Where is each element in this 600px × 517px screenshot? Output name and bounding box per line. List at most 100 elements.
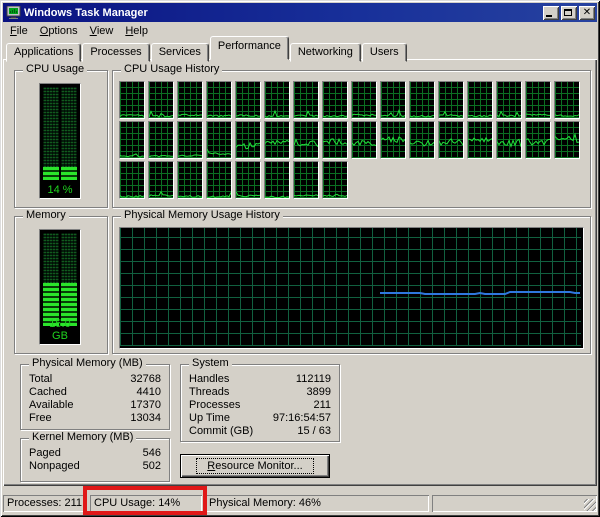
cpu-usage-value: 14 % <box>40 184 80 196</box>
stat-label: Free <box>29 412 52 425</box>
cpu-history-graph <box>177 121 203 159</box>
cpu-history-graph <box>264 81 290 119</box>
stat-value: 546 <box>143 447 161 460</box>
stat-value: 32768 <box>130 373 161 386</box>
stat-label: Commit (GB) <box>189 425 253 438</box>
resource-monitor-button[interactable]: Resource Monitor... <box>180 454 330 478</box>
cpu-history-graph <box>409 121 435 159</box>
cpu-history-graph <box>322 81 348 119</box>
stat-row: Threads3899 <box>189 386 331 399</box>
cpu-history-graph <box>496 121 522 159</box>
stat-label: Nonpaged <box>29 460 80 473</box>
stat-label: Total <box>29 373 52 386</box>
kernel-memory-group: Kernel Memory (MB) Paged546Nonpaged502 <box>20 438 170 482</box>
menu-item-options[interactable]: Options <box>34 23 84 39</box>
menu-item-file[interactable]: File <box>4 23 34 39</box>
cpu-history-graph <box>351 121 377 159</box>
stat-label: Available <box>29 399 73 412</box>
physical-memory-group: Physical Memory (MB) Total32768Cached441… <box>20 364 170 430</box>
cpu-history-graph <box>496 81 522 119</box>
system-group: System Handles112119Threads3899Processes… <box>180 364 340 442</box>
app-icon <box>6 6 21 20</box>
stat-value: 112119 <box>296 373 331 386</box>
maximize-icon <box>564 9 572 16</box>
memory-gauge: 15.0 GB <box>39 229 81 345</box>
kernel-memory-group-label: Kernel Memory (MB) <box>29 431 136 443</box>
stat-value: 17370 <box>130 399 161 412</box>
stat-row: Processes 211 <box>189 399 331 412</box>
stat-row: Cached4410 <box>29 386 161 399</box>
cpu-usage-group-label: CPU Usage <box>23 63 87 75</box>
cpu-history-graph <box>554 121 580 159</box>
cpu-history-graph <box>148 161 174 199</box>
cpu-history-graph <box>525 81 551 119</box>
cpu-history-graph <box>206 121 232 159</box>
cpu-history-graph <box>554 81 580 119</box>
tab-performance[interactable]: Performance <box>210 36 289 60</box>
cpu-history-graph <box>322 121 348 159</box>
memory-history-group: Physical Memory Usage History <box>112 216 591 354</box>
task-manager-window: Windows Task Manager ✕ FileOptionsViewHe… <box>0 0 600 517</box>
memory-value: 15.0 GB <box>40 318 80 342</box>
cpu-history-graph <box>119 121 145 159</box>
cpu-history-graph <box>177 161 203 199</box>
cpu-history-graph <box>119 81 145 119</box>
status-cpu-usage: CPU Usage: 14% <box>90 495 202 512</box>
cpu-history-graph <box>293 81 319 119</box>
cpu-history-graph <box>467 81 493 119</box>
cpu-history-graph <box>177 81 203 119</box>
cpu-history-graph <box>525 121 551 159</box>
tab-processes[interactable]: Processes <box>82 43 149 62</box>
cpu-history-graph <box>438 81 464 119</box>
stat-label: Paged <box>29 447 61 460</box>
cpu-history-graph <box>235 121 261 159</box>
cpu-history-graph <box>235 81 261 119</box>
stat-value: 97:16:54:57 <box>273 412 331 425</box>
cpu-history-graph <box>148 121 174 159</box>
minimize-button[interactable] <box>543 6 559 20</box>
cpu-history-graph <box>119 161 145 199</box>
gauge-divider <box>59 230 61 326</box>
status-physical-memory: Physical Memory: 46% <box>205 495 429 512</box>
cpu-history-graphs <box>119 81 585 203</box>
stat-value: 211 <box>313 399 331 412</box>
cpu-history-graph <box>206 81 232 119</box>
stat-label: Handles <box>189 373 229 386</box>
title-bar[interactable]: Windows Task Manager ✕ <box>3 3 597 22</box>
menu-bar: FileOptionsViewHelp <box>3 22 597 40</box>
memory-group-label: Memory <box>23 209 69 221</box>
tab-services[interactable]: Services <box>151 43 209 62</box>
system-group-label: System <box>189 357 232 369</box>
resource-monitor-button-label: Resource Monitor... <box>197 459 312 473</box>
resize-grip-icon[interactable] <box>584 499 596 511</box>
stat-row: Commit (GB) 15 / 63 <box>189 425 331 438</box>
cpu-history-graph <box>293 161 319 199</box>
stat-row: Handles 112119 <box>189 373 331 386</box>
stat-value: 15 / 63 <box>297 425 331 438</box>
stat-value: 3899 <box>307 386 331 399</box>
stat-row: Available 17370 <box>29 399 161 412</box>
cpu-history-graph <box>293 121 319 159</box>
cpu-history-graph <box>380 81 406 119</box>
tab-applications[interactable]: Applications <box>6 43 81 62</box>
stat-label: Cached <box>29 386 67 399</box>
stat-row: Up Time97:16:54:57 <box>189 412 331 425</box>
cpu-usage-gauge: 14 % <box>39 83 81 199</box>
cpu-history-graph <box>380 121 406 159</box>
cpu-history-group: CPU Usage History <box>112 70 591 208</box>
cpu-history-graph <box>438 121 464 159</box>
tab-users[interactable]: Users <box>362 43 407 62</box>
gauge-divider <box>59 84 61 180</box>
stat-label: Processes <box>189 399 240 412</box>
maximize-button[interactable] <box>561 6 577 20</box>
menu-item-view[interactable]: View <box>84 23 120 39</box>
physical-memory-group-label: Physical Memory (MB) <box>29 357 146 369</box>
stat-value: 502 <box>143 460 161 473</box>
menu-item-help[interactable]: Help <box>119 23 154 39</box>
close-button[interactable]: ✕ <box>579 6 595 20</box>
memory-group: Memory 15.0 GB <box>14 216 108 354</box>
cpu-history-graph <box>467 121 493 159</box>
cpu-history-graph <box>409 81 435 119</box>
tab-networking[interactable]: Networking <box>290 43 361 62</box>
cpu-history-group-label: CPU Usage History <box>121 63 222 75</box>
